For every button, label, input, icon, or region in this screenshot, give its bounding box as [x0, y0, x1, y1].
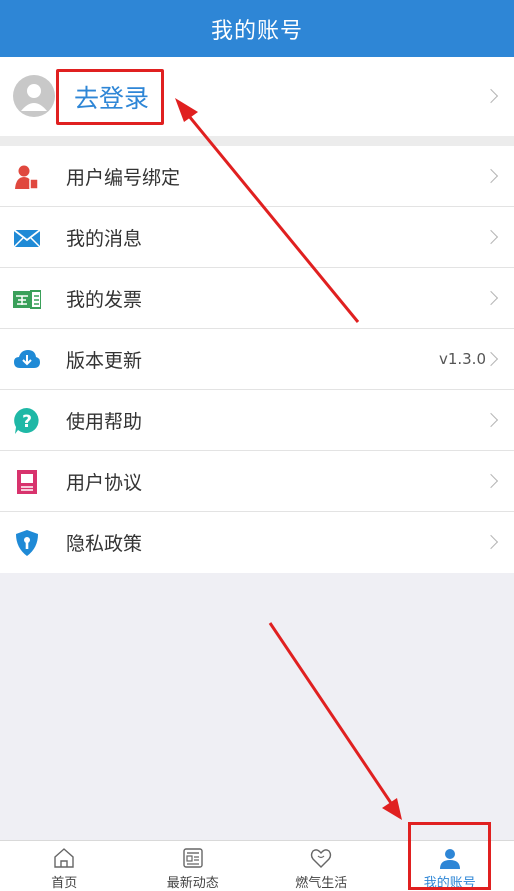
tab-label: 燃气生活	[295, 876, 348, 891]
user-binding-icon	[13, 163, 41, 191]
menu-item-label: 用户编号绑定	[66, 166, 181, 189]
chevron-right-icon	[483, 473, 499, 489]
menu-item-privacy-policy[interactable]: 隐私政策	[0, 512, 514, 573]
tab-news[interactable]: 最新动态	[129, 841, 258, 891]
help-icon: ?	[13, 407, 41, 435]
menu-item-label: 我的消息	[66, 227, 143, 250]
news-icon	[181, 846, 205, 870]
chevron-right-icon	[483, 229, 499, 245]
menu-item-label: 隐私政策	[66, 533, 143, 555]
chevron-right-icon	[483, 534, 499, 550]
tab-home[interactable]: 首页	[0, 841, 129, 891]
heart-life-icon	[309, 846, 333, 870]
menu-item-version-update[interactable]: 版本更新 v1.3.0	[0, 329, 514, 390]
invoice-icon	[13, 285, 41, 313]
tab-gas-life[interactable]: 燃气生活	[257, 841, 386, 891]
menu-item-user-binding[interactable]: 用户编号绑定	[0, 146, 514, 207]
mail-icon	[13, 224, 41, 252]
chevron-right-icon	[483, 168, 499, 184]
cloud-download-icon	[13, 346, 41, 374]
page-header: 我的账号	[0, 0, 514, 57]
menu-list: 用户编号绑定 我的消息 我的发票 版本更新 v1.3.0 ? 使用帮助 用户协议…	[0, 146, 514, 573]
annotation-box-account-tab	[408, 822, 491, 890]
menu-item-messages[interactable]: 我的消息	[0, 207, 514, 268]
menu-item-user-agreement[interactable]: 用户协议	[0, 451, 514, 512]
home-icon	[52, 846, 76, 870]
annotation-arrow-to-tab	[268, 622, 402, 820]
menu-item-label: 用户协议	[66, 471, 143, 494]
version-value: v1.3.0	[438, 350, 486, 368]
chevron-right-icon	[483, 412, 499, 428]
menu-item-invoices[interactable]: 我的发票	[0, 268, 514, 329]
menu-item-label: 使用帮助	[66, 410, 143, 433]
login-row[interactable]: 去登录	[0, 57, 514, 136]
user-avatar-icon	[13, 75, 55, 117]
chevron-right-icon	[483, 351, 499, 367]
chevron-right-icon	[483, 290, 499, 306]
agreement-icon	[13, 468, 41, 496]
privacy-shield-icon	[13, 529, 41, 557]
svg-text:?: ?	[22, 412, 32, 432]
tab-label: 最新动态	[166, 876, 219, 891]
menu-item-label: 版本更新	[66, 349, 143, 372]
menu-item-label: 我的发票	[66, 288, 143, 311]
section-divider	[0, 136, 514, 146]
annotation-box-login	[56, 69, 164, 125]
menu-item-help[interactable]: ? 使用帮助	[0, 390, 514, 451]
tab-label: 首页	[51, 876, 78, 891]
page-title: 我的账号	[210, 18, 303, 44]
chevron-right-icon	[483, 88, 499, 104]
